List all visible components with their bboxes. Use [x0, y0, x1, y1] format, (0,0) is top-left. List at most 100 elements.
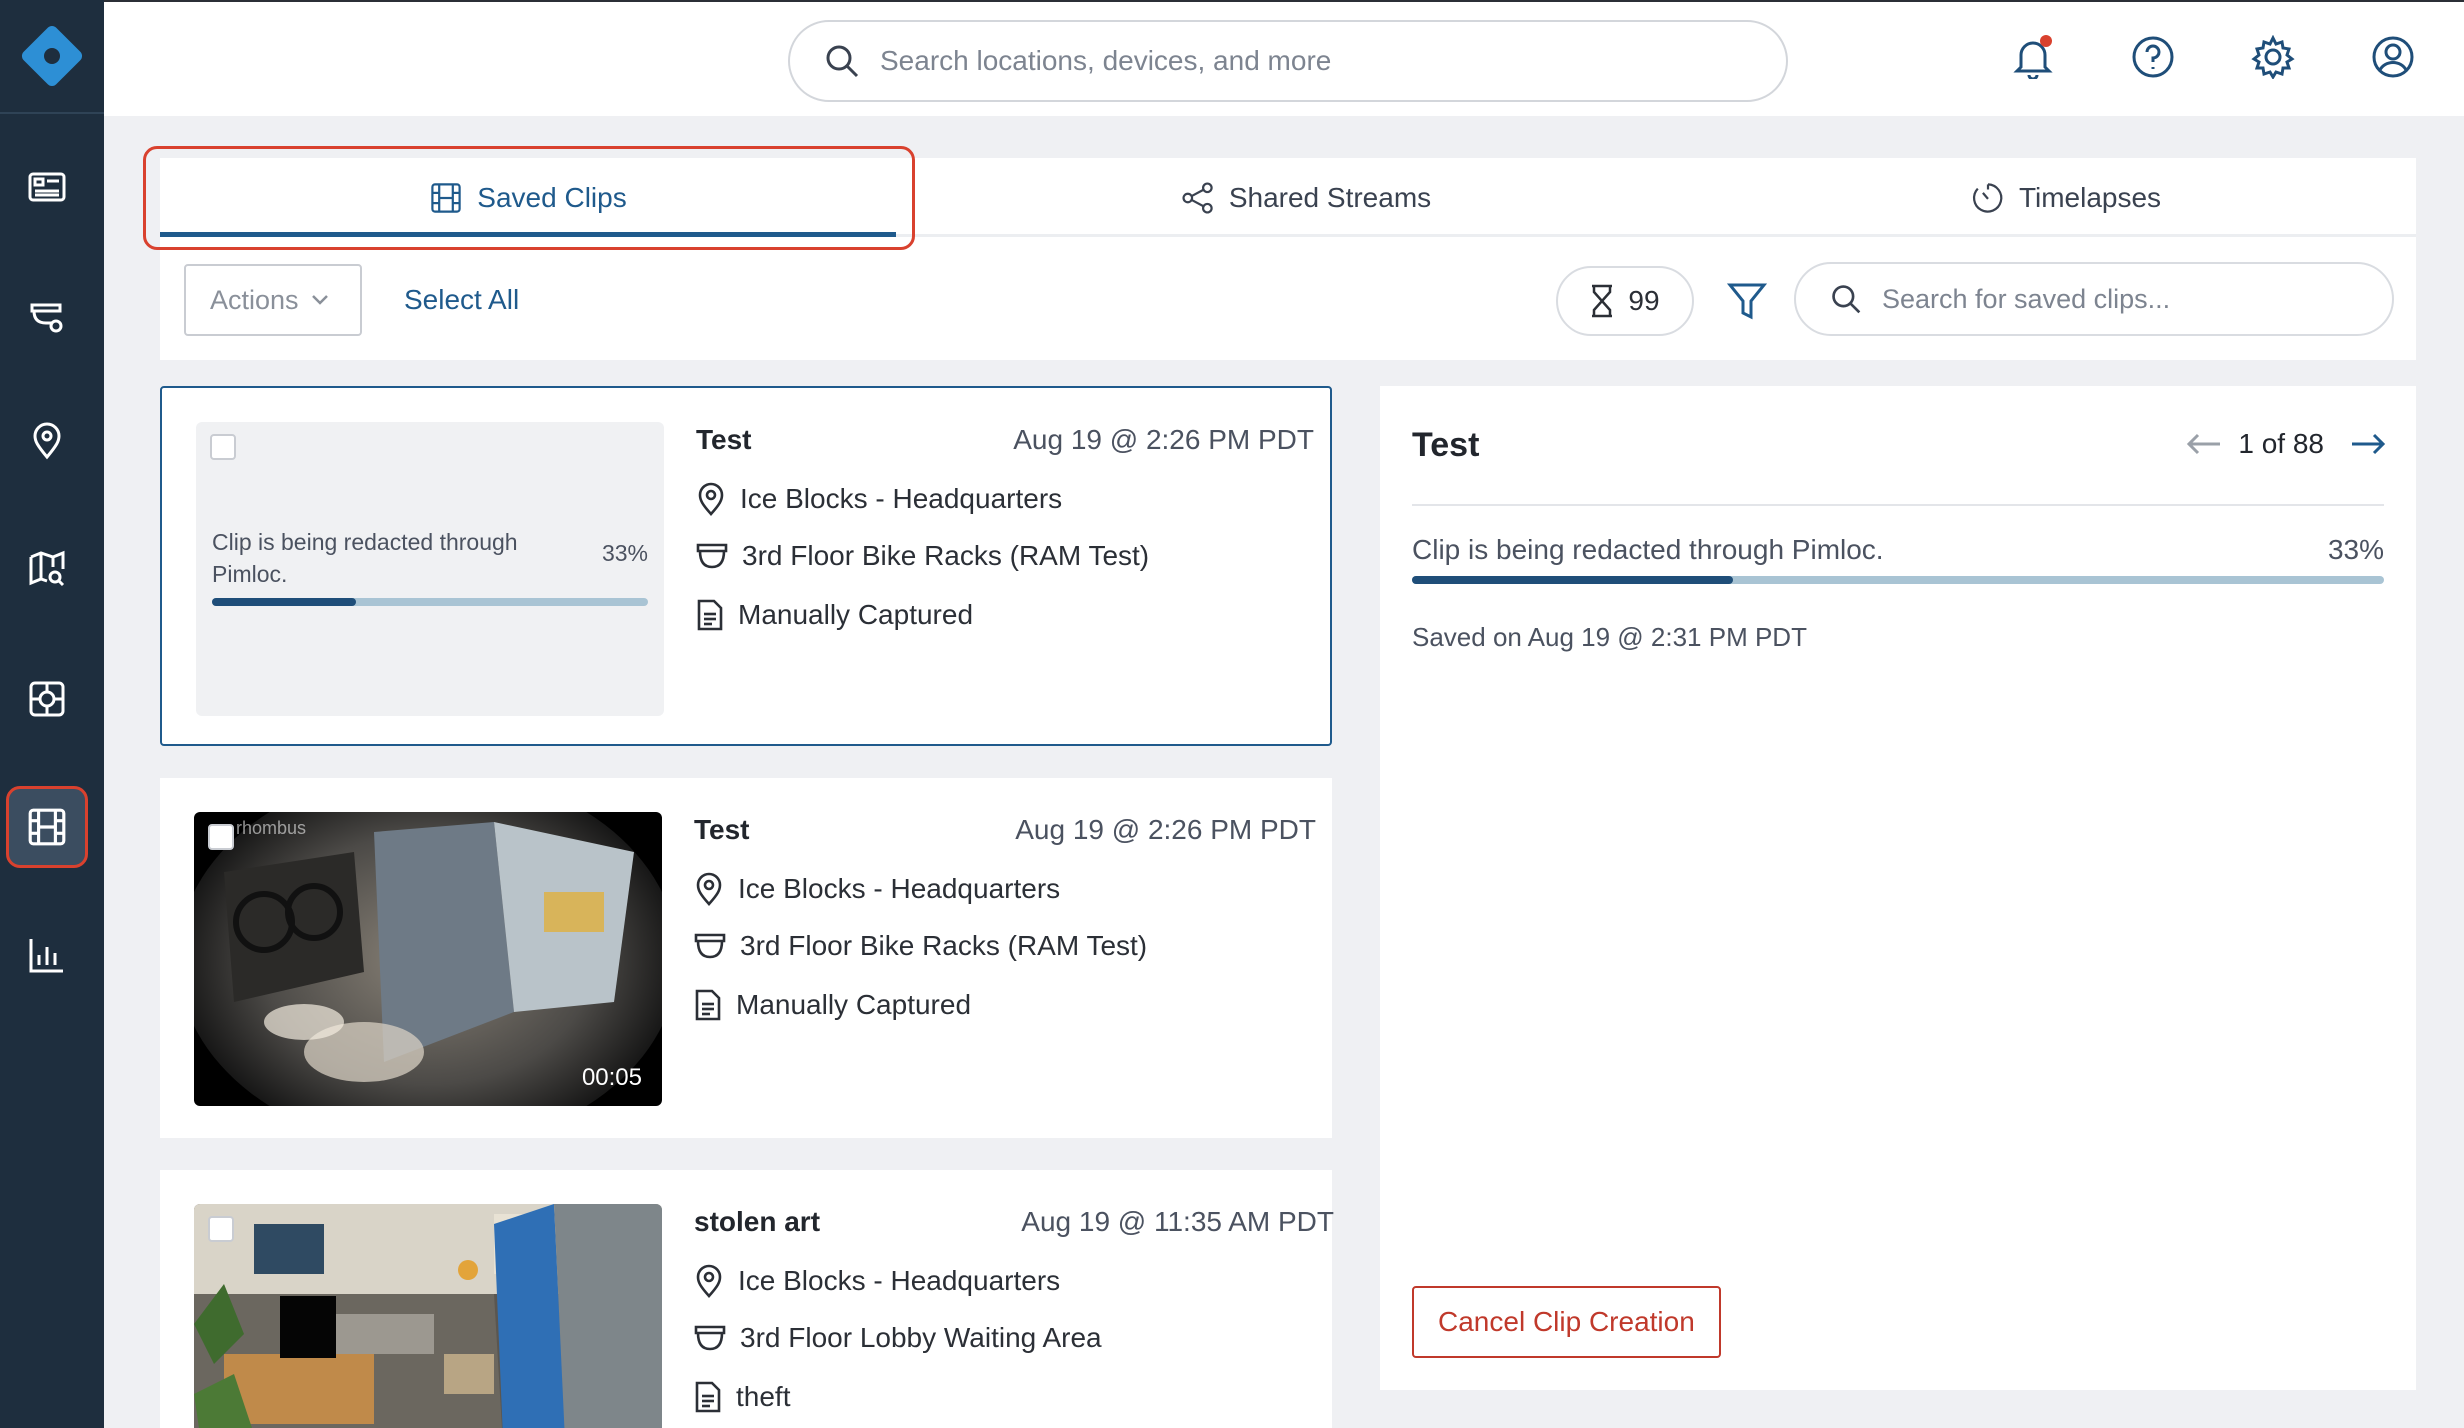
location-pin-icon	[33, 422, 61, 460]
search-icon	[826, 45, 859, 78]
search-icon	[1832, 285, 1861, 314]
sidebar	[0, 0, 104, 1428]
actions-label: Actions	[210, 284, 299, 315]
dome-camera-icon	[696, 543, 728, 569]
clip-date: Aug 19 @ 11:35 AM PDT	[1021, 1206, 1334, 1237]
rhombus-logo-icon	[21, 25, 83, 87]
clip-note-text: Manually Captured	[738, 599, 974, 630]
clip-title: Test	[694, 814, 750, 845]
redaction-progress-bar	[212, 598, 648, 606]
dome-camera-icon	[694, 1325, 726, 1351]
clip-camera-text: 3rd Floor Bike Racks (RAM Test)	[742, 540, 1150, 571]
sidebar-item-dashboard[interactable]	[6, 146, 88, 228]
document-icon	[695, 1381, 721, 1413]
clip-duration: 00:05	[581, 1064, 642, 1091]
location-pin-icon	[696, 1264, 722, 1298]
sidebar-item-devices[interactable]	[6, 276, 88, 358]
arrow-right-icon[interactable]	[2350, 432, 2386, 456]
location-pin-icon	[696, 872, 722, 906]
dome-camera-icon	[694, 933, 726, 959]
redaction-status: Clip is being redacted through Pimloc.	[212, 529, 518, 587]
saved-clips-highlight	[143, 146, 915, 250]
clip-location-text: Ice Blocks - Headquarters	[738, 1265, 1061, 1296]
clip-camera: 3rd Floor Bike Racks (RAM Test)	[694, 930, 1147, 962]
clip-checkbox[interactable]	[210, 434, 236, 460]
clip-date: Aug 19 @ 2:26 PM PDT	[1013, 424, 1314, 455]
account-button[interactable]	[2368, 32, 2418, 82]
logo[interactable]	[0, 0, 104, 114]
clip-location-text: Ice Blocks - Headquarters	[738, 873, 1061, 904]
pager-text: 1 of 88	[2238, 428, 2324, 459]
saved-on-text: Saved on Aug 19 @ 2:31 PM PDT	[1412, 622, 1807, 652]
help-icon	[2132, 36, 2174, 78]
detail-progress-fill	[1412, 576, 1733, 584]
clip-location: Ice Blocks - Headquarters	[694, 872, 1060, 906]
redaction-percent: 33%	[601, 540, 648, 566]
detail-title: Test	[1412, 426, 1480, 464]
filter-button[interactable]	[1722, 276, 1772, 326]
document-icon	[695, 989, 721, 1021]
sidebar-item-map-search[interactable]	[6, 528, 88, 610]
settings-button[interactable]	[2248, 32, 2298, 82]
detail-redaction-status: Clip is being redacted through Pimloc.	[1412, 534, 1884, 565]
clip-location: Ice Blocks - Headquarters	[696, 482, 1062, 516]
pending-count: 99	[1628, 285, 1660, 316]
clip-camera: 3rd Floor Bike Racks (RAM Test)	[696, 540, 1149, 572]
clip-camera-text: 3rd Floor Lobby Waiting Area	[740, 1322, 1102, 1353]
clip-note: theft	[694, 1380, 790, 1414]
select-all-link[interactable]: Select All	[404, 264, 519, 336]
clip-checkbox[interactable]	[208, 824, 234, 850]
location-pin-icon	[698, 482, 724, 516]
clip-note-text: theft	[736, 1381, 791, 1412]
tab-shared-streams[interactable]: Shared Streams	[896, 158, 1716, 238]
lobby-footage-image	[194, 1204, 662, 1428]
tab-timelapses-label: Timelapses	[2018, 182, 2162, 213]
chevron-down-icon	[311, 295, 328, 305]
arrow-left-icon[interactable]	[2186, 432, 2222, 456]
notifications-button[interactable]	[2008, 32, 2058, 82]
clip-note: Manually Captured	[696, 598, 973, 632]
clip-note: Manually Captured	[694, 988, 971, 1022]
bar-chart-icon	[29, 939, 63, 973]
pending-clips-badge[interactable]: 99	[1556, 266, 1694, 336]
sidebar-item-clips[interactable]	[6, 786, 88, 868]
sidebar-item-locations[interactable]	[6, 400, 88, 482]
clip-detail-panel: Test 1 of 88 Clip is being redacted thro…	[1380, 386, 2416, 1390]
global-search[interactable]	[788, 20, 1788, 102]
help-button[interactable]	[2128, 32, 2178, 82]
user-circle-icon	[2372, 36, 2414, 78]
cancel-clip-creation-button[interactable]: Cancel Clip Creation	[1412, 1286, 1721, 1358]
detail-divider	[1412, 504, 2384, 506]
share-icon	[1182, 182, 1213, 214]
detail-progress-bar	[1412, 576, 2384, 584]
camera-devices-icon	[30, 303, 63, 333]
filter-icon	[1727, 283, 1767, 320]
clip-thumbnail[interactable]: rhombus 00:05	[194, 812, 662, 1106]
clip-checkbox[interactable]	[208, 1216, 234, 1242]
clip-camera-text: 3rd Floor Bike Racks (RAM Test)	[740, 930, 1148, 961]
notification-badge	[2040, 35, 2052, 47]
sidebar-item-access-control[interactable]	[6, 658, 88, 740]
clip-search[interactable]	[1794, 262, 2394, 336]
clip-date: Aug 19 @ 2:26 PM PDT	[1015, 814, 1316, 845]
camera-watermark: rhombus	[236, 818, 307, 838]
clip-card[interactable]: stolen art Aug 19 @ 11:35 AM PDT Ice Blo…	[160, 1170, 1334, 1428]
actions-dropdown[interactable]: Actions	[184, 264, 362, 336]
clip-location: Ice Blocks - Headquarters	[694, 1264, 1060, 1298]
map-search-icon	[29, 550, 65, 587]
clip-thumbnail-redacting: Clip is being redacted through Pimloc. 3…	[196, 422, 664, 716]
access-control-icon	[29, 681, 65, 717]
tab-timelapses[interactable]: Timelapses	[1716, 158, 2416, 238]
clip-search-input[interactable]	[1882, 283, 2382, 315]
clip-thumbnail[interactable]	[194, 1204, 662, 1428]
redaction-progress-fill	[212, 598, 356, 606]
global-search-input[interactable]	[880, 45, 1760, 77]
tab-shared-streams-label: Shared Streams	[1228, 182, 1432, 213]
timer-icon	[1972, 183, 2003, 213]
clip-card[interactable]: Clip is being redacted through Pimloc. 3…	[160, 386, 1332, 746]
clip-card[interactable]: rhombus 00:05 Test Aug 19 @ 2:26 PM PDT …	[160, 778, 1332, 1138]
top-bar	[104, 0, 2464, 116]
sidebar-item-reports[interactable]	[6, 914, 88, 996]
clip-title: Test	[696, 424, 752, 455]
clip-camera: 3rd Floor Lobby Waiting Area	[694, 1322, 1102, 1354]
